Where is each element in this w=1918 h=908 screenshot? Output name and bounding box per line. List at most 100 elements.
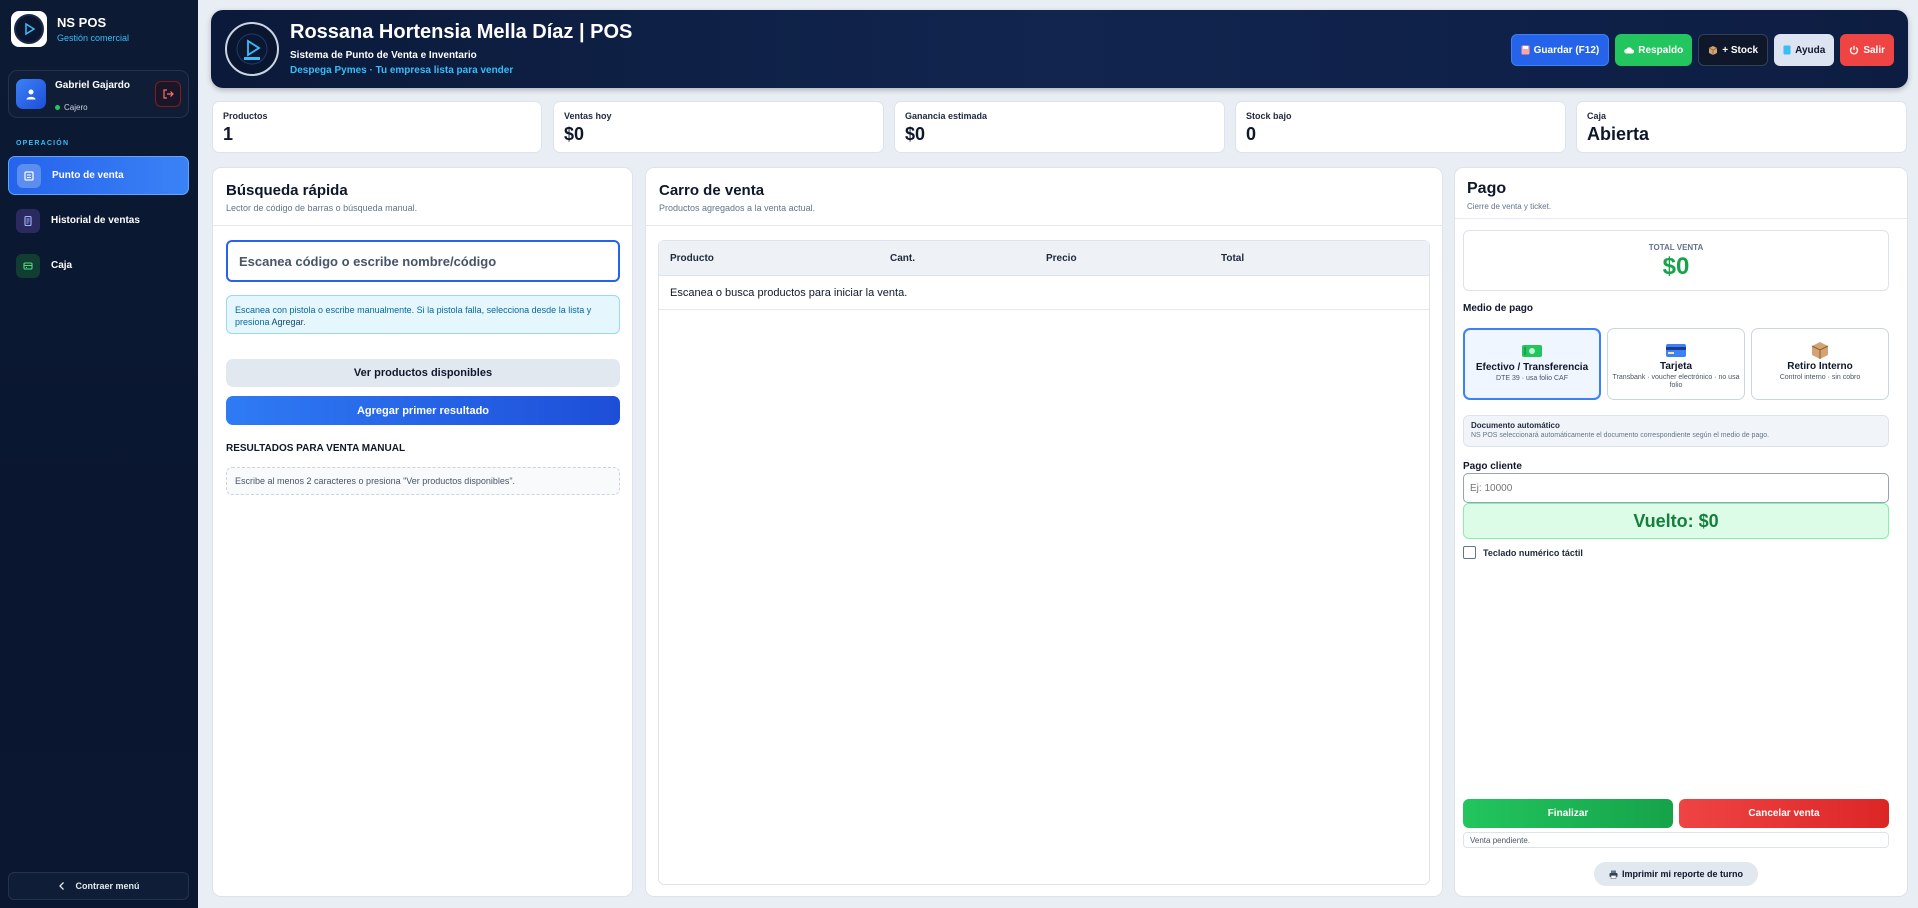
collapse-menu-button[interactable]: Contraer menú bbox=[8, 872, 189, 900]
stat-value: Abierta bbox=[1587, 124, 1650, 144]
column-header-total: Total bbox=[1221, 253, 1245, 264]
brand-title: NS POS bbox=[57, 15, 107, 30]
sidebar: NS POS Gestión comercial Gabriel Gajardo… bbox=[0, 0, 198, 908]
sidebar-item-caja[interactable]: Caja bbox=[8, 246, 189, 285]
client-payment-label: Pago cliente bbox=[1463, 461, 1522, 472]
panel-subtitle: Lector de código de barras o búsqueda ma… bbox=[226, 203, 418, 213]
stat-card-caja: Caja Abierta bbox=[1576, 101, 1907, 153]
collapse-menu-label: Contraer menú bbox=[75, 881, 140, 891]
cart-empty-row: Escanea o busca productos para iniciar l… bbox=[659, 276, 1429, 310]
cash-register-icon bbox=[16, 253, 40, 278]
payment-option-card[interactable]: Tarjeta Transbank · voucher electrónico … bbox=[1607, 328, 1745, 400]
total-box: TOTAL VENTA $0 bbox=[1463, 230, 1889, 291]
search-input[interactable] bbox=[226, 240, 620, 282]
sale-status: Venta pendiente. bbox=[1463, 832, 1889, 848]
results-title: RESULTADOS PARA VENTA MANUAL bbox=[226, 443, 406, 454]
cloud-icon bbox=[1624, 47, 1635, 54]
sidebar-item-punto-de-venta[interactable]: Punto de venta bbox=[8, 156, 189, 195]
help-button[interactable]: Ayuda bbox=[1774, 34, 1835, 66]
change-display: Vuelto: $0 bbox=[1463, 503, 1889, 539]
rocket-logo-icon bbox=[236, 33, 268, 65]
cash-icon bbox=[1521, 342, 1543, 360]
add-first-result-button[interactable]: Agregar primer resultado bbox=[226, 396, 620, 425]
auto-document-info: Documento automático NS POS seleccionará… bbox=[1463, 415, 1889, 447]
company-logo bbox=[225, 22, 279, 76]
payment-option-desc: DTE 39 · usa folio CAF bbox=[1496, 375, 1568, 382]
stat-card-productos: Productos 1 bbox=[212, 101, 542, 153]
stat-label: Productos bbox=[223, 111, 268, 121]
auto-document-desc: NS POS seleccionará automáticamente el d… bbox=[1471, 432, 1770, 439]
save-label: Guardar (F12) bbox=[1533, 44, 1600, 56]
auto-document-title: Documento automático bbox=[1471, 421, 1560, 430]
box-icon bbox=[1709, 46, 1718, 55]
backup-label: Respaldo bbox=[1638, 44, 1684, 56]
save-button[interactable]: Guardar (F12) bbox=[1510, 34, 1610, 66]
numeric-keyboard-checkbox[interactable] bbox=[1463, 546, 1476, 559]
backup-button[interactable]: Respaldo bbox=[1615, 34, 1693, 66]
header-actions: Guardar (F12) Respaldo + Stock Ayuda Sal… bbox=[1510, 34, 1894, 66]
cart-table-header: Producto Cant. Precio Total bbox=[659, 241, 1429, 276]
sidebar-item-historial-de-ventas[interactable]: Historial de ventas bbox=[8, 201, 189, 240]
cart-panel: Carro de venta Productos agregados a la … bbox=[645, 167, 1443, 897]
power-icon bbox=[1850, 45, 1859, 55]
stat-label: Stock bajo bbox=[1246, 111, 1292, 121]
user-icon bbox=[26, 89, 36, 100]
history-icon bbox=[16, 208, 40, 233]
print-shift-report-button[interactable]: Imprimir mi reporte de turno bbox=[1594, 862, 1758, 886]
view-products-button[interactable]: Ver productos disponibles bbox=[226, 359, 620, 387]
add-stock-button[interactable]: + Stock bbox=[1698, 34, 1769, 66]
play-logo-icon bbox=[25, 22, 36, 36]
chevron-left-icon bbox=[59, 882, 65, 890]
online-status-dot bbox=[55, 105, 60, 110]
stat-value: $0 bbox=[564, 124, 585, 144]
stat-label: Ventas hoy bbox=[564, 111, 612, 121]
page-title: Rossana Hortensia Mella Díaz | POS bbox=[290, 21, 633, 43]
print-shift-report-label: Imprimir mi reporte de turno bbox=[1621, 869, 1744, 879]
column-header-cant: Cant. bbox=[890, 253, 915, 264]
column-header-precio: Precio bbox=[1046, 253, 1077, 264]
exit-button[interactable]: Salir bbox=[1840, 34, 1894, 66]
book-icon bbox=[1783, 45, 1791, 55]
numeric-keyboard-toggle[interactable]: Teclado numérico táctil bbox=[1463, 546, 1583, 559]
exit-label: Salir bbox=[1863, 44, 1885, 56]
column-header-producto: Producto bbox=[670, 253, 714, 264]
brand: NS POS Gestión comercial bbox=[11, 11, 129, 47]
sidebar-item-label: Punto de venta bbox=[52, 170, 124, 181]
scan-hint: Escanea con pistola o escribe manualment… bbox=[226, 295, 620, 334]
stat-card-ventas-hoy: Ventas hoy $0 bbox=[553, 101, 884, 153]
stat-value: 0 bbox=[1246, 124, 1257, 144]
stat-label: Caja bbox=[1587, 111, 1607, 121]
cancel-sale-button[interactable]: Cancelar venta bbox=[1679, 799, 1889, 828]
total-value: $0 bbox=[1662, 253, 1690, 280]
finalize-sale-button[interactable]: Finalizar bbox=[1463, 799, 1673, 828]
payment-option-cash[interactable]: Efectivo / Transferencia DTE 39 · usa fo… bbox=[1463, 328, 1601, 400]
results-empty-state: Escribe al menos 2 caracteres o presiona… bbox=[226, 467, 620, 495]
panel-subtitle: Cierre de venta y ticket. bbox=[1467, 202, 1552, 211]
payment-method-label: Medio de pago bbox=[1463, 303, 1533, 314]
total-label: TOTAL VENTA bbox=[1648, 243, 1704, 252]
page-subtitle: Sistema de Punto de Venta e Inventario bbox=[290, 50, 477, 61]
section-label: OPERACIÓN bbox=[16, 140, 70, 147]
divider bbox=[213, 225, 632, 226]
stat-label: Ganancia estimada bbox=[905, 111, 988, 121]
client-payment-input[interactable] bbox=[1463, 473, 1889, 503]
sidebar-item-label: Historial de ventas bbox=[51, 215, 140, 226]
numeric-keyboard-label: Teclado numérico táctil bbox=[1483, 547, 1583, 558]
avatar bbox=[16, 79, 46, 109]
cart-table: Producto Cant. Precio Total Escanea o bu… bbox=[658, 240, 1430, 885]
user-name: Gabriel Gajardo bbox=[55, 80, 131, 91]
stat-value: 1 bbox=[223, 124, 234, 144]
payment-option-name: Retiro Interno bbox=[1787, 361, 1853, 372]
sidebar-item-label: Caja bbox=[51, 260, 73, 271]
logout-button[interactable] bbox=[155, 81, 181, 107]
panel-subtitle: Productos agregados a la venta actual. bbox=[659, 203, 816, 213]
divider bbox=[646, 225, 1442, 226]
hint-add-keyword: Agregar bbox=[271, 317, 304, 327]
divider bbox=[1455, 218, 1907, 219]
payment-option-internal[interactable]: Retiro Interno Control interno · sin cob… bbox=[1751, 328, 1889, 400]
package-icon bbox=[1809, 341, 1831, 359]
app-header: Rossana Hortensia Mella Díaz | POS Siste… bbox=[211, 10, 1908, 88]
stat-value: $0 bbox=[905, 124, 926, 144]
payment-option-desc: Transbank · voucher electrónico · no usa… bbox=[1612, 374, 1740, 389]
brand-logo bbox=[11, 11, 47, 47]
